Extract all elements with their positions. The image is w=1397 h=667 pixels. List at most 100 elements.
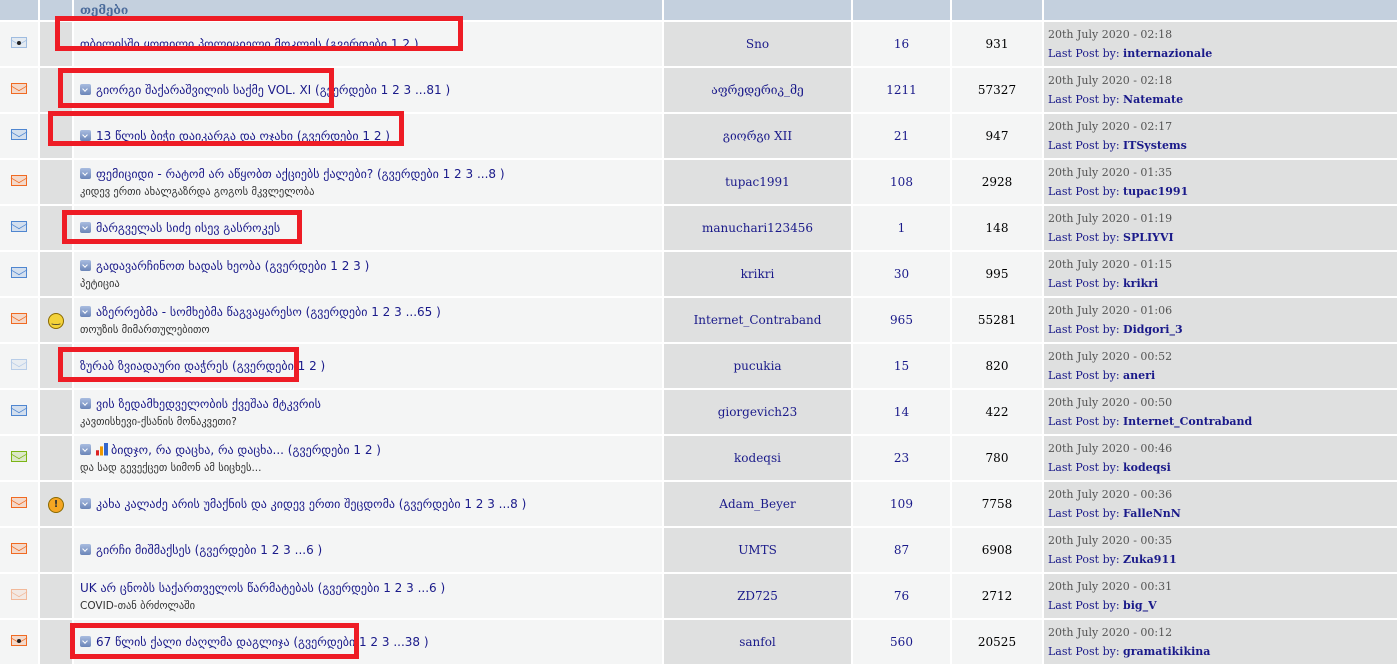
last-post-date[interactable]: 20th July 2020 - 02:18: [1048, 28, 1397, 41]
replies-count[interactable]: 560: [853, 620, 950, 664]
topic-title-link[interactable]: ბიდჯო, რა დაცხა, რა დაცხა... (გვერდები 1…: [111, 443, 381, 457]
status-cell: [0, 344, 38, 388]
topic-title-link[interactable]: 67 წლის ქალი ძაღლმა დაგლიჯა (გვერდები 1 …: [96, 635, 429, 649]
last-post-date[interactable]: 20th July 2020 - 01:35: [1048, 166, 1397, 179]
replies-count[interactable]: 16: [853, 22, 950, 66]
last-post-author-link[interactable]: SPLIYVI: [1123, 231, 1174, 244]
topic-preview-icon[interactable]: [80, 259, 91, 271]
last-post-date[interactable]: 20th July 2020 - 00:46: [1048, 442, 1397, 455]
views-count: 820: [952, 344, 1042, 388]
last-post-author-link[interactable]: aneri: [1123, 369, 1155, 382]
post-icon-cell: [40, 574, 72, 618]
topic-description: თოუზის მიმართულებითო: [80, 323, 210, 336]
topic-starter-link[interactable]: pucukia: [664, 344, 851, 388]
topic-preview-icon[interactable]: [80, 443, 91, 455]
replies-count[interactable]: 15: [853, 344, 950, 388]
last-post-date[interactable]: 20th July 2020 - 01:19: [1048, 212, 1397, 225]
topic-preview-icon[interactable]: [80, 167, 91, 179]
last-post-author-link[interactable]: FalleNnN: [1123, 507, 1181, 520]
last-post-author-link[interactable]: tupac1991: [1123, 185, 1188, 198]
views-count: 7758: [952, 482, 1042, 526]
last-post-cell: 20th July 2020 - 02:18 Last Post by: Nate…: [1044, 68, 1397, 112]
topic-preview-icon[interactable]: [80, 305, 91, 317]
last-post-author-link[interactable]: gramatikikina: [1123, 645, 1210, 658]
topic-starter-link[interactable]: kodeqsi: [664, 436, 851, 480]
topic-preview-icon[interactable]: [80, 498, 91, 509]
last-post-author-link[interactable]: Natemate: [1123, 93, 1183, 106]
topic-title-link[interactable]: თბილისში ყოფილი პოლიციელი მოკლეს (გვერდე…: [80, 37, 419, 51]
last-post-author-link[interactable]: Didgori_3: [1123, 323, 1183, 336]
topic-starter-link[interactable]: tupac1991: [664, 160, 851, 204]
topic-starter-link[interactable]: Internet_Contraband: [664, 298, 851, 342]
topic-starter-link[interactable]: UMTS: [664, 528, 851, 572]
replies-count[interactable]: 108: [853, 160, 950, 204]
replies-count[interactable]: 21: [853, 114, 950, 158]
replies-count[interactable]: 965: [853, 298, 950, 342]
post-icon-cell: [40, 390, 72, 434]
topic-title-link[interactable]: მარგველას სიძე ისევ გასროკეს: [96, 221, 280, 235]
last-post-label: Last Post by:: [1048, 461, 1120, 474]
last-post-date[interactable]: 20th July 2020 - 00:50: [1048, 396, 1397, 409]
replies-count[interactable]: 14: [853, 390, 950, 434]
last-post-date[interactable]: 20th July 2020 - 00:35: [1048, 534, 1397, 547]
topic-starter-link[interactable]: giorgevich23: [664, 390, 851, 434]
post-icon-cell: [40, 114, 72, 158]
topic-title-link[interactable]: კახა კალაძე არის უმაქნის და კიდევ ერთი შ…: [96, 497, 526, 511]
topic-title-link[interactable]: გირჩი მიშმაქსეს (გვერდები 1 2 3 ...6 ): [96, 543, 322, 557]
topic-title-link[interactable]: ზურაბ ზვიადაური დაჭრეს (გვერდები 1 2 ): [80, 359, 325, 373]
topic-starter-link[interactable]: ZD725: [664, 574, 851, 618]
topic-title-link[interactable]: 13 წლის ბიჭი დაიკარგა და ოჯახი (გვერდები…: [96, 129, 390, 143]
last-post-date[interactable]: 20th July 2020 - 02:17: [1048, 120, 1397, 133]
last-post-label: Last Post by:: [1048, 185, 1120, 198]
topic-starter-link[interactable]: Adam_Beyer: [664, 482, 851, 526]
replies-count[interactable]: 23: [853, 436, 950, 480]
topic-starter-link[interactable]: გიორგი XII: [664, 114, 851, 158]
last-post-author-link[interactable]: big_V: [1123, 599, 1157, 612]
topic-preview-icon[interactable]: [80, 130, 91, 141]
topic-title-link[interactable]: UK არ ცნობს საქართველოს წარმატებას (გვერ…: [80, 581, 445, 595]
last-post-author-link[interactable]: ITSystems: [1123, 139, 1187, 152]
topic-title-link[interactable]: გიორგი შაქარაშვილის საქმე VOL. XI (გვერდ…: [96, 83, 450, 97]
last-post-date[interactable]: 20th July 2020 - 01:06: [1048, 304, 1397, 317]
post-icon-cell: ‿: [40, 298, 72, 342]
topic-title-link[interactable]: ფემიციდი - რატომ არ აწყობთ აქციებს ქალებ…: [96, 167, 505, 181]
last-post-date[interactable]: 20th July 2020 - 02:18: [1048, 74, 1397, 87]
last-post-date[interactable]: 20th July 2020 - 00:31: [1048, 580, 1397, 593]
last-post-author-link[interactable]: Internet_Contraband: [1123, 415, 1252, 428]
last-post-date[interactable]: 20th July 2020 - 00:36: [1048, 488, 1397, 501]
topic-preview-icon[interactable]: [80, 636, 91, 647]
replies-count[interactable]: 1211: [853, 68, 950, 112]
topic-row: ფემიციდი - რატომ არ აწყობთ აქციებს ქალებ…: [0, 160, 1397, 204]
replies-count[interactable]: 109: [853, 482, 950, 526]
last-post-date[interactable]: 20th July 2020 - 00:12: [1048, 626, 1397, 639]
last-post-label: Last Post by:: [1048, 277, 1120, 290]
topic-starter-link[interactable]: Sno: [664, 22, 851, 66]
topic-preview-icon[interactable]: [80, 544, 91, 555]
last-post-date[interactable]: 20th July 2020 - 01:15: [1048, 258, 1397, 271]
topic-title-link[interactable]: გადავარჩინოთ ხადას ხეობა (გვერდები 1 2 3…: [96, 259, 369, 273]
last-post-author-link[interactable]: krikri: [1123, 277, 1158, 290]
topic-title-link[interactable]: აზერრებმა - სომხებმა წაგვაყარესო (გვერდე…: [96, 305, 441, 319]
replies-count[interactable]: 1: [853, 206, 950, 250]
topic-description: COVID-თან ბრძოლაში: [80, 599, 196, 612]
last-post-author-link[interactable]: internazionale: [1123, 47, 1212, 60]
warning-icon: !: [48, 496, 64, 513]
replies-count[interactable]: 76: [853, 574, 950, 618]
topic-title-link[interactable]: ვის ზედამხედველობის ქვეშაა მტკვრის: [96, 397, 321, 411]
replies-count[interactable]: 87: [853, 528, 950, 572]
topic-starter-link[interactable]: manuchari123456: [664, 206, 851, 250]
replies-count[interactable]: 30: [853, 252, 950, 296]
topic-starter-link[interactable]: krikri: [664, 252, 851, 296]
last-post-author-link[interactable]: Zuka911: [1123, 553, 1177, 566]
post-icon-cell: !: [40, 482, 72, 526]
topic-preview-icon[interactable]: [80, 222, 91, 233]
topic-row: გადავარჩინოთ ხადას ხეობა (გვერდები 1 2 3…: [0, 252, 1397, 296]
topic-starter-link[interactable]: აფრედერიკ_მე: [664, 68, 851, 112]
status-cell: [0, 114, 38, 158]
last-post-date[interactable]: 20th July 2020 - 00:52: [1048, 350, 1397, 363]
topic-preview-icon[interactable]: [80, 397, 91, 409]
last-post-cell: 20th July 2020 - 00:46 Last Post by: kode…: [1044, 436, 1397, 480]
topic-preview-icon[interactable]: [80, 84, 91, 95]
topic-starter-link[interactable]: sanfol: [664, 620, 851, 664]
last-post-author-link[interactable]: kodeqsi: [1123, 461, 1171, 474]
